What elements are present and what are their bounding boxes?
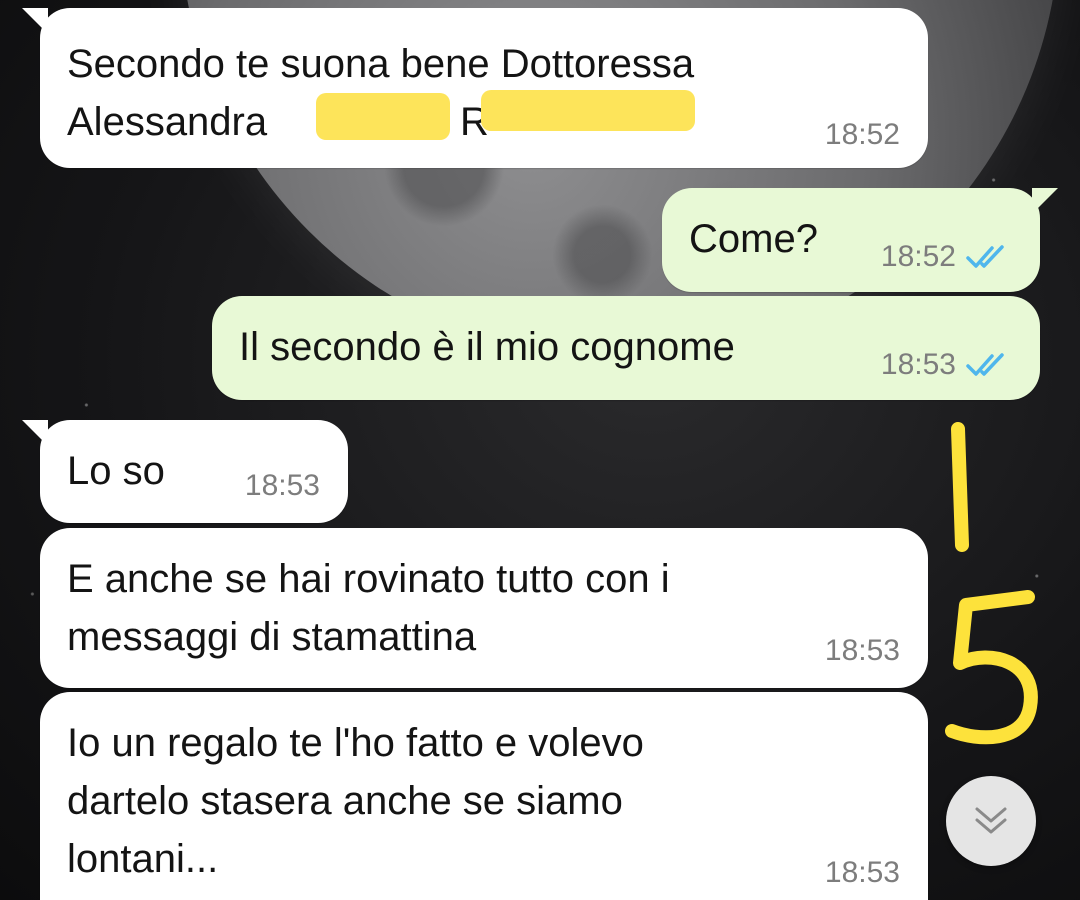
message-time: 18:53: [825, 634, 900, 668]
message-bubble-incoming[interactable]: Secondo te suona bene Dottoressa Alessan…: [22, 8, 928, 168]
time-label: 18:53: [244, 469, 320, 502]
message-bubble-outgoing[interactable]: Come? 18:52: [662, 188, 1058, 292]
time-label: 18:53: [824, 634, 900, 667]
message-text: E anche se hai rovinato tutto con i mess…: [67, 557, 670, 659]
message-text: Come?: [689, 217, 818, 261]
redaction-highlight: [316, 93, 450, 140]
double-check-icon: [966, 353, 1004, 376]
message-text: Lo so: [67, 449, 165, 493]
message-bubble-incoming[interactable]: E anche se hai rovinato tutto con i mess…: [40, 528, 928, 688]
message-time: 18:53: [881, 348, 1012, 382]
message-text: Io un regalo te l'ho fatto e volevo dart…: [67, 721, 644, 881]
message-text: Il secondo è il mio cognome: [239, 325, 735, 369]
chevron-double-down-icon: [975, 807, 1007, 834]
time-label: 18:52: [880, 240, 956, 273]
message-bubble-outgoing[interactable]: Il secondo è il mio cognome 18:53: [212, 296, 1040, 400]
time-label: 18:52: [824, 118, 900, 151]
time-label: 18:53: [880, 348, 956, 381]
time-label: 18:53: [824, 856, 900, 889]
redaction-highlight: [481, 90, 695, 131]
message-bubble-incoming[interactable]: Io un regalo te l'ho fatto e volevo dart…: [40, 692, 928, 900]
message-bubble-incoming[interactable]: Lo so 18:53: [22, 420, 348, 523]
handwritten-annotation: [945, 422, 1038, 745]
message-time: 18:53: [245, 469, 320, 503]
double-check-icon: [966, 245, 1004, 268]
scroll-to-bottom-button[interactable]: [946, 776, 1036, 866]
message-time: 18:52: [881, 240, 1012, 274]
message-time: 18:53: [825, 856, 900, 890]
message-time: 18:52: [825, 118, 900, 152]
